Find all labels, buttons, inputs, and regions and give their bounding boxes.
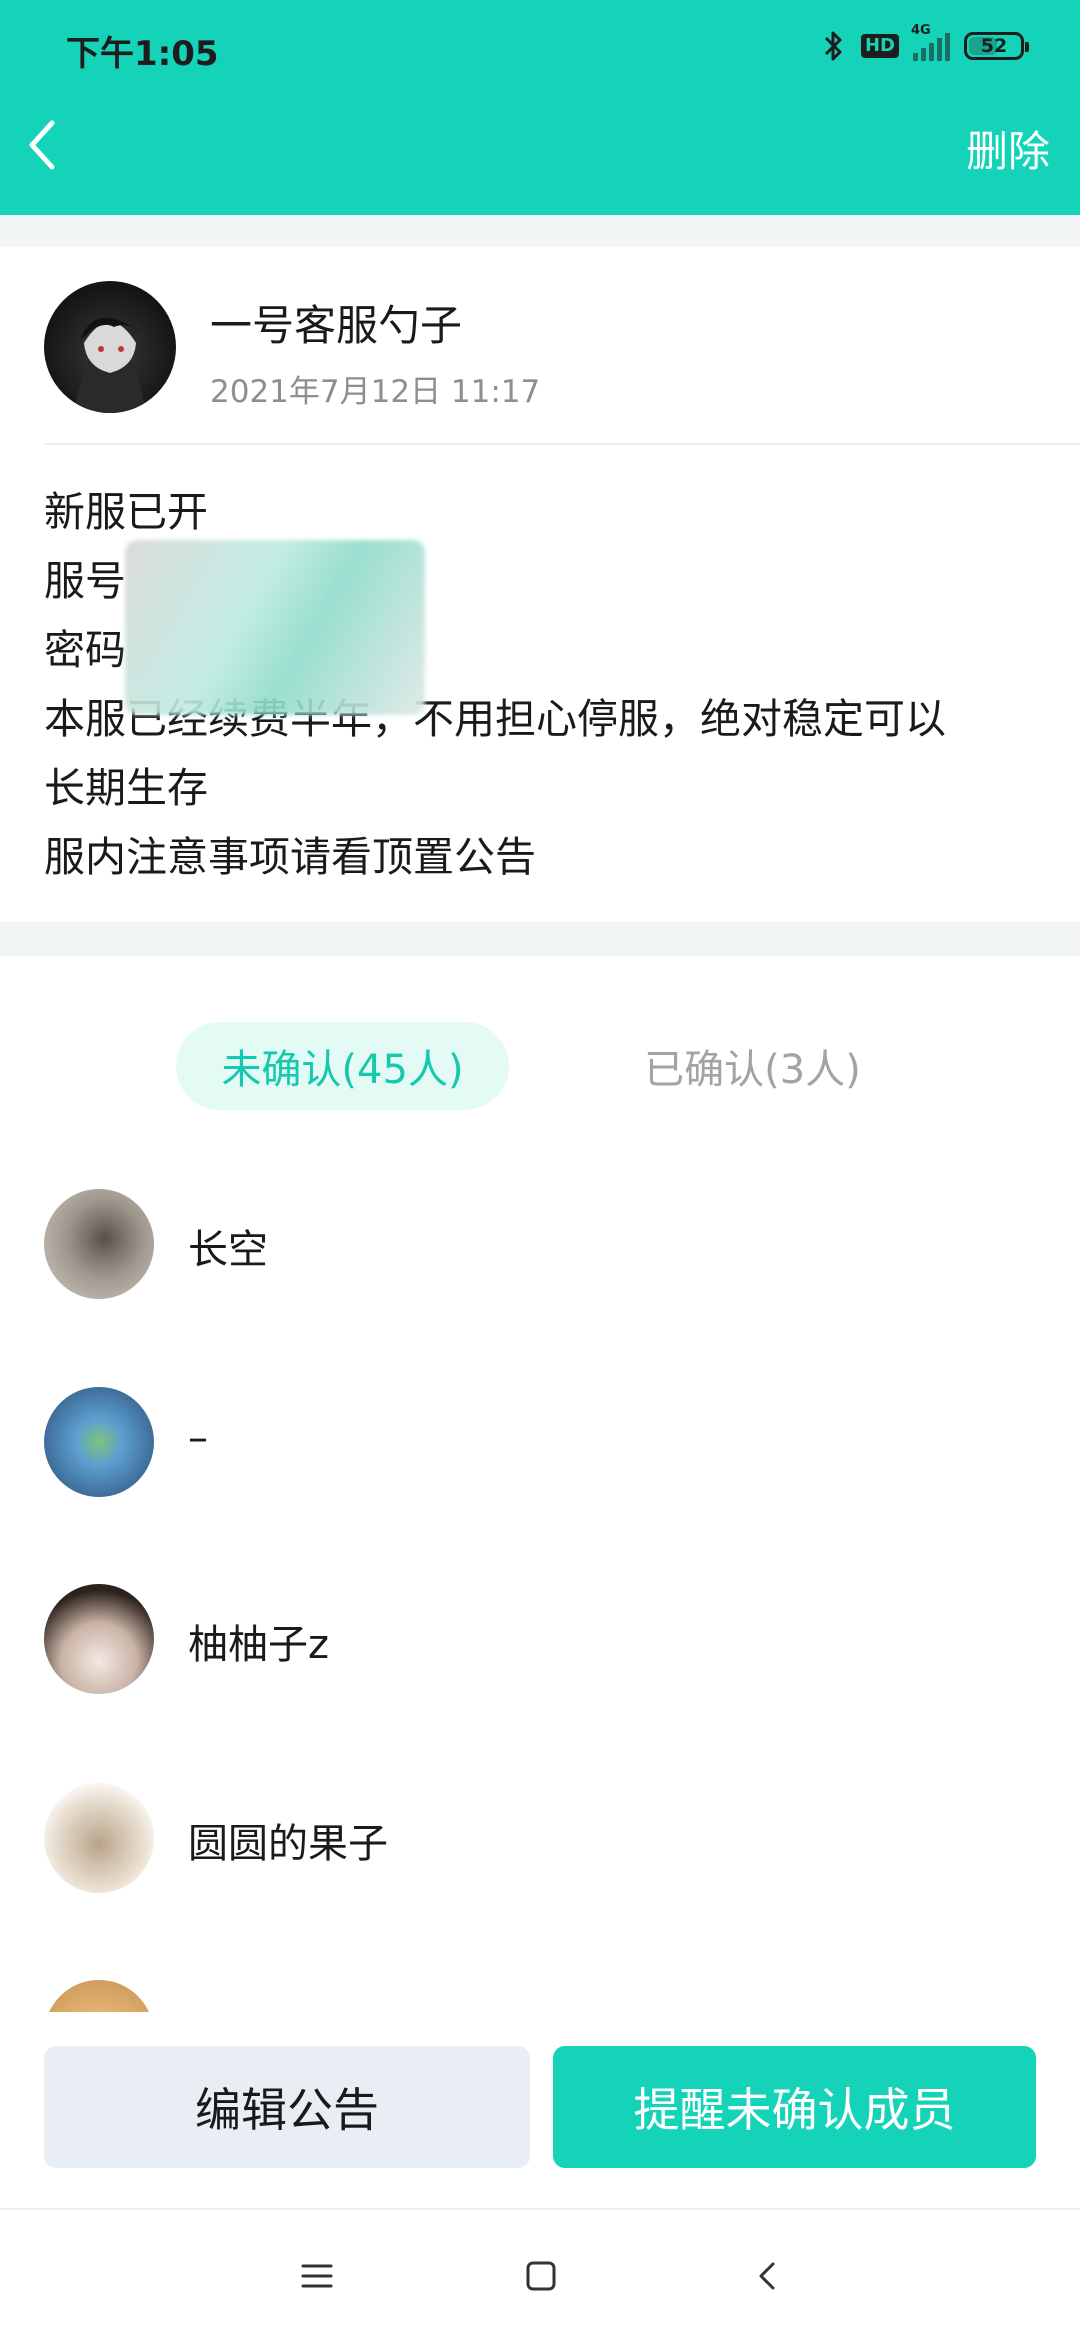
action-bar: 编辑公告 提醒未确认成员: [0, 2012, 1080, 2208]
system-nav-bar: [0, 2208, 1080, 2340]
author-name: 一号客服勺子: [210, 301, 463, 350]
section-divider: [0, 215, 1080, 247]
network-type: 4G: [911, 23, 931, 38]
status-bar: 下午1:05 HD 4G 52: [0, 0, 1080, 95]
bluetooth-icon: [824, 31, 842, 61]
member-avatar: [44, 1189, 154, 1299]
back-icon[interactable]: [746, 2254, 790, 2298]
member-avatar: [44, 1387, 154, 1497]
member-row[interactable]: 长空: [0, 1189, 1080, 1299]
remind-unconfirmed-button[interactable]: 提醒未确认成员: [553, 2046, 1036, 2168]
member-name: 长空: [188, 1227, 268, 1273]
member-name: 柚柚子z: [188, 1622, 329, 1668]
content-line: 长期生存: [44, 764, 208, 812]
home-icon[interactable]: [519, 2254, 563, 2298]
status-time: 下午1:05: [66, 34, 219, 74]
member-avatar: [44, 1783, 154, 1893]
battery-level: 52: [980, 35, 1008, 57]
edit-announcement-button[interactable]: 编辑公告: [44, 2046, 530, 2168]
member-name: –: [188, 1415, 208, 1461]
status-icons: HD 4G 52: [821, 23, 1029, 64]
menu-icon[interactable]: [295, 2254, 339, 2298]
signal-icon: 4G: [911, 23, 950, 61]
battery-icon: 52: [964, 32, 1029, 60]
member-row[interactable]: 圆圆的果子: [0, 1783, 1080, 1893]
member-avatar: [44, 1584, 154, 1694]
hd-icon: HD: [860, 34, 899, 58]
post-time: 2021年7月12日 11:17: [210, 374, 541, 410]
back-button[interactable]: [22, 115, 62, 175]
content-line: 新服已开: [44, 488, 208, 536]
section-divider: [0, 922, 1080, 956]
app-header: 下午1:05 HD 4G 52 删除: [0, 0, 1080, 215]
author-avatar[interactable]: [44, 281, 176, 413]
tab-confirmed[interactable]: 已确认(3人): [586, 1022, 919, 1110]
redaction-blur: [125, 540, 425, 715]
member-row[interactable]: –: [0, 1387, 1080, 1497]
tab-unconfirmed[interactable]: 未确认(45人): [176, 1022, 509, 1110]
post-divider: [44, 443, 1080, 445]
author-avatar-image: [74, 317, 146, 413]
member-row[interactable]: 柚柚子z: [0, 1584, 1080, 1694]
member-name: 圆圆的果子: [188, 1821, 388, 1867]
delete-button[interactable]: 删除: [966, 118, 1050, 179]
content-line: 服内注意事项请看顶置公告: [44, 833, 536, 881]
